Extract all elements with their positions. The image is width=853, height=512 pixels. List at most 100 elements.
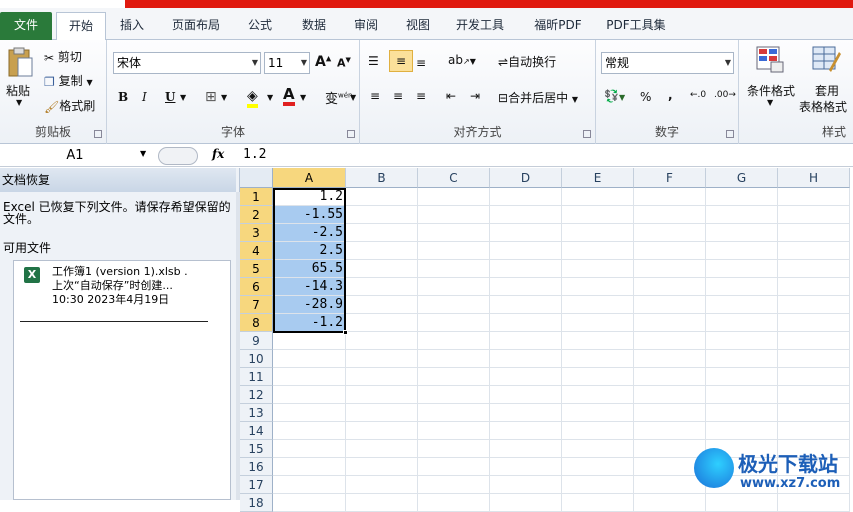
cell-d5[interactable] — [490, 260, 562, 278]
cell-g14[interactable] — [706, 422, 778, 440]
cell-g3[interactable] — [706, 224, 778, 242]
cell-h10[interactable] — [778, 350, 850, 368]
font-launcher-icon[interactable] — [347, 130, 355, 138]
row-header-10[interactable]: 10 — [240, 350, 273, 368]
decrease-indent-icon[interactable]: ⇤ — [446, 89, 456, 103]
cell-g12[interactable] — [706, 386, 778, 404]
column-header-f[interactable]: F — [634, 168, 706, 188]
column-header-b[interactable]: B — [346, 168, 418, 188]
cell-h8[interactable] — [778, 314, 850, 332]
cell-e3[interactable] — [562, 224, 634, 242]
cell-b8[interactable] — [346, 314, 418, 332]
cell-e7[interactable] — [562, 296, 634, 314]
number-launcher-icon[interactable] — [726, 130, 734, 138]
cell-a5[interactable]: 65.5 — [273, 260, 346, 278]
cell-f5[interactable] — [634, 260, 706, 278]
tab-page-layout[interactable]: 页面布局 — [164, 12, 228, 40]
cell-b9[interactable] — [346, 332, 418, 350]
fill-color-icon[interactable]: ◈ — [247, 88, 258, 108]
tab-review[interactable]: 审阅 — [344, 12, 388, 40]
column-header-g[interactable]: G — [706, 168, 778, 188]
cell-h9[interactable] — [778, 332, 850, 350]
font-color-button[interactable]: A — [283, 86, 295, 106]
cell-c12[interactable] — [418, 386, 490, 404]
cut-button[interactable]: ✂ 剪切 — [44, 48, 82, 65]
cell-f4[interactable] — [634, 242, 706, 260]
tab-file[interactable]: 文件 — [0, 12, 52, 40]
alignment-launcher-icon[interactable] — [583, 130, 591, 138]
phonetic-dropdown-icon[interactable]: ▼ — [350, 93, 356, 102]
cell-f10[interactable] — [634, 350, 706, 368]
cell-c6[interactable] — [418, 278, 490, 296]
cell-d3[interactable] — [490, 224, 562, 242]
bold-button[interactable]: B — [118, 90, 128, 104]
cell-h14[interactable] — [778, 422, 850, 440]
cell-c9[interactable] — [418, 332, 490, 350]
cell-b10[interactable] — [346, 350, 418, 368]
cell-d7[interactable] — [490, 296, 562, 314]
cell-c11[interactable] — [418, 368, 490, 386]
cell-g4[interactable] — [706, 242, 778, 260]
cell-a1[interactable]: 1.2 — [273, 188, 346, 206]
paste-dropdown-icon[interactable]: ▼ — [16, 98, 22, 107]
cell-e1[interactable] — [562, 188, 634, 206]
cell-d4[interactable] — [490, 242, 562, 260]
cell-h3[interactable] — [778, 224, 850, 242]
cell-e6[interactable] — [562, 278, 634, 296]
cell-b12[interactable] — [346, 386, 418, 404]
name-box-dropdown-icon[interactable]: ▼ — [140, 149, 146, 158]
cell-d9[interactable] — [490, 332, 562, 350]
cell-a16[interactable] — [273, 458, 346, 476]
cell-f6[interactable] — [634, 278, 706, 296]
table-format-label-2[interactable]: 表格格式 — [799, 98, 847, 115]
cell-e16[interactable] — [562, 458, 634, 476]
paste-icon[interactable] — [6, 46, 36, 77]
cell-a15[interactable] — [273, 440, 346, 458]
row-header-14[interactable]: 14 — [240, 422, 273, 440]
fill-handle[interactable] — [343, 330, 348, 335]
cell-e10[interactable] — [562, 350, 634, 368]
row-header-9[interactable]: 9 — [240, 332, 273, 350]
align-bottom-icon[interactable]: ≡ — [416, 56, 426, 70]
cell-d6[interactable] — [490, 278, 562, 296]
cell-h7[interactable] — [778, 296, 850, 314]
borders-icon[interactable]: ⊞ — [205, 89, 217, 105]
cell-g11[interactable] — [706, 368, 778, 386]
cell-e2[interactable] — [562, 206, 634, 224]
cell-c17[interactable] — [418, 476, 490, 494]
row-header-2[interactable]: 2 — [240, 206, 273, 224]
comma-button[interactable]: , — [668, 88, 673, 102]
tab-foxit-pdf[interactable]: 福昕PDF — [526, 12, 590, 40]
percent-button[interactable]: % — [640, 90, 651, 104]
cell-c5[interactable] — [418, 260, 490, 278]
italic-button[interactable]: I — [142, 90, 147, 104]
cell-d16[interactable] — [490, 458, 562, 476]
row-header-5[interactable]: 5 — [240, 260, 273, 278]
cell-a11[interactable] — [273, 368, 346, 386]
cell-e9[interactable] — [562, 332, 634, 350]
align-left-icon[interactable]: ≡ — [370, 89, 380, 103]
cell-b2[interactable] — [346, 206, 418, 224]
underline-dropdown-icon[interactable]: ▼ — [180, 93, 186, 102]
row-header-1[interactable]: 1 — [240, 188, 273, 206]
cell-c16[interactable] — [418, 458, 490, 476]
copy-button[interactable]: ❐ 复制 ▼ — [44, 72, 93, 89]
cell-f8[interactable] — [634, 314, 706, 332]
tab-formulas[interactable]: 公式 — [238, 12, 282, 40]
cell-d1[interactable] — [490, 188, 562, 206]
row-header-12[interactable]: 12 — [240, 386, 273, 404]
cell-a8[interactable]: -1.2 — [273, 314, 346, 332]
cell-h2[interactable] — [778, 206, 850, 224]
select-all-corner[interactable] — [240, 168, 273, 188]
cell-d8[interactable] — [490, 314, 562, 332]
row-header-16[interactable]: 16 — [240, 458, 273, 476]
cell-e11[interactable] — [562, 368, 634, 386]
cell-a14[interactable] — [273, 422, 346, 440]
number-format-combo[interactable]: 常规 ▼ — [601, 52, 734, 74]
column-header-a[interactable]: A — [273, 168, 346, 188]
cell-c3[interactable] — [418, 224, 490, 242]
cell-f12[interactable] — [634, 386, 706, 404]
cell-e17[interactable] — [562, 476, 634, 494]
cell-b4[interactable] — [346, 242, 418, 260]
row-header-7[interactable]: 7 — [240, 296, 273, 314]
